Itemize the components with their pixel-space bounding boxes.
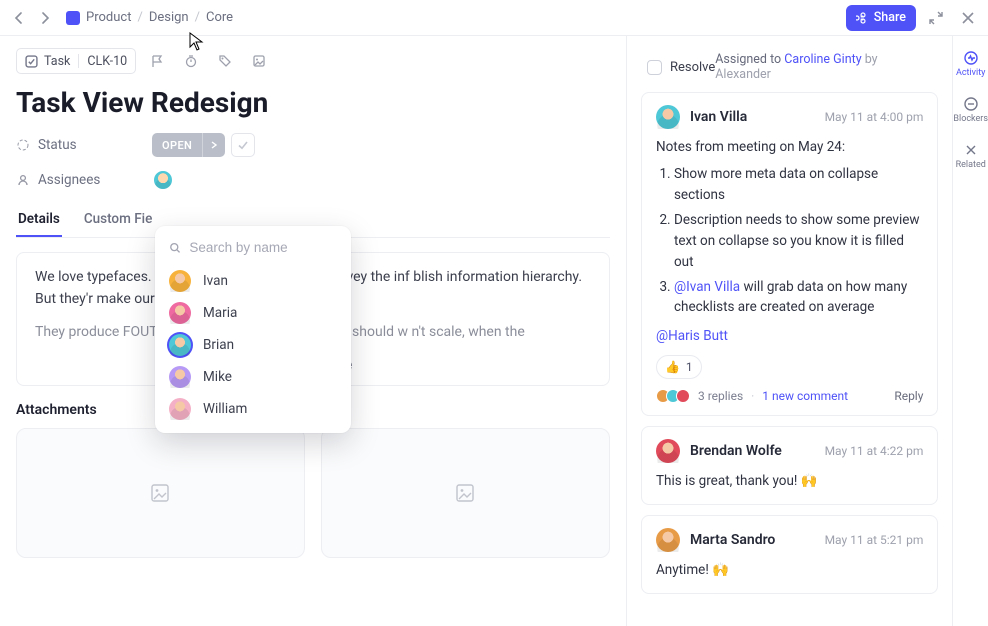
rail-item-blockers[interactable]: Blockers [953,96,988,124]
comment-list-item: Show more meta data on collapse sections [674,164,923,206]
avatar [169,334,191,356]
assignee-option[interactable]: Maria [155,297,351,329]
comment-author[interactable]: Marta Sandro [690,532,775,548]
replies-count[interactable]: 3 replies [698,389,743,403]
assignee-popover: Ivan Maria Brian Mike William [155,226,351,433]
reaction-emoji: 👍 [665,360,680,374]
status-badge[interactable]: OPEN [152,133,225,157]
assignee-avatar[interactable] [152,169,174,191]
assignee-option-name: William [203,401,247,417]
comment-card: Marta Sandro May 11 at 5:21 pm Anytime! … [641,515,938,594]
assignee-search-input[interactable] [189,240,337,255]
comment-body: This is great, thank you! 🙌 [656,471,923,492]
crumb-2[interactable]: Core [206,10,233,25]
related-icon [963,142,979,158]
resolve-checkbox[interactable]: Resolve [647,60,715,75]
assignee-option-name: Ivan [203,273,228,289]
status-icon [16,138,30,152]
reply-avatars [656,389,690,403]
comment-author[interactable]: Ivan Villa [690,109,747,125]
task-icon [25,55,38,68]
image-button[interactable] [246,48,272,74]
avatar [169,302,191,324]
status-label: Status [16,137,140,153]
share-icon [856,12,868,24]
comment-time: May 11 at 4:00 pm [825,110,924,124]
collapse-button[interactable] [924,6,948,30]
mark-complete-button[interactable] [231,133,255,157]
rail-item-label: Related [956,160,986,170]
avatar [656,439,680,463]
reaction-count: 1 [686,360,693,374]
breadcrumb: Product / Design / Core [66,10,233,25]
app-logo-icon [66,11,80,25]
status-next-icon[interactable] [202,133,225,157]
reaction-chip[interactable]: 👍 1 [656,355,702,379]
activity-icon [963,50,979,66]
crumb-0[interactable]: Product [86,10,131,25]
checkbox-icon [647,60,662,75]
assignees-label: Assignees [16,172,140,188]
assignee-link[interactable]: Caroline Ginty [784,52,861,67]
comment-list-item: Description needs to show some preview t… [674,210,923,273]
tag-button[interactable] [212,48,238,74]
crumb-1[interactable]: Design [149,10,189,25]
assignee-option[interactable]: Mike [155,361,351,393]
comment-card: Brendan Wolfe May 11 at 4:22 pm This is … [641,426,938,505]
nav-forward-button[interactable] [34,7,56,29]
task-chip-type: Task [44,54,70,69]
avatar [169,270,191,292]
avatar [169,398,191,420]
avatar [169,366,191,388]
assignee-option[interactable]: Ivan [155,265,351,297]
mention-link[interactable]: @Haris Butt [656,328,728,344]
comment-body: Anytime! 🙌 [656,560,923,581]
blockers-icon [963,96,979,112]
cursor-icon [189,32,205,52]
comment-author[interactable]: Brendan Wolfe [690,443,782,459]
share-button[interactable]: Share [846,5,916,31]
nav-back-button[interactable] [8,7,30,29]
comment-lead: Notes from meeting on May 24: [656,137,923,158]
assigned-to-text: Assigned to Caroline Ginty by Alexander [715,52,932,82]
comment-card: Ivan Villa May 11 at 4:00 pm Notes from … [641,92,938,416]
flag-button[interactable] [144,48,170,74]
assignee-option-name: Maria [203,305,237,321]
reply-button[interactable]: Reply [894,389,923,403]
attachment-slot[interactable] [321,428,610,558]
rail-item-activity[interactable]: Activity [956,50,985,78]
person-icon [16,173,30,187]
image-placeholder-icon [150,483,170,503]
comment-list-item: @Ivan Villa will grab data on how many c… [674,277,923,319]
comment-time: May 11 at 4:22 pm [825,444,924,458]
rail-item-label: Blockers [953,114,988,124]
attachment-slot[interactable] [16,428,305,558]
assignee-option-name: Mike [203,369,232,385]
assignee-option-name: Brian [203,337,234,353]
avatar [656,528,680,552]
rail-item-related[interactable]: Related [956,142,986,170]
avatar [656,105,680,129]
assignee-option[interactable]: Brian [155,329,351,361]
close-button[interactable] [956,6,980,30]
task-chip[interactable]: Task CLK-10 [16,48,136,74]
tab-custom-fields[interactable]: Custom Fie [82,203,155,237]
task-chip-id: CLK-10 [87,54,127,69]
mention-link[interactable]: @Ivan Villa [674,279,740,295]
new-comment-link[interactable]: 1 new comment [762,389,848,403]
assignee-option[interactable]: William [155,393,351,425]
image-placeholder-icon [455,483,475,503]
rail-item-label: Activity [956,68,985,78]
page-title: Task View Redesign [16,86,610,119]
tab-details[interactable]: Details [16,203,62,237]
search-icon [169,241,181,255]
comment-time: May 11 at 5:21 pm [825,533,924,547]
